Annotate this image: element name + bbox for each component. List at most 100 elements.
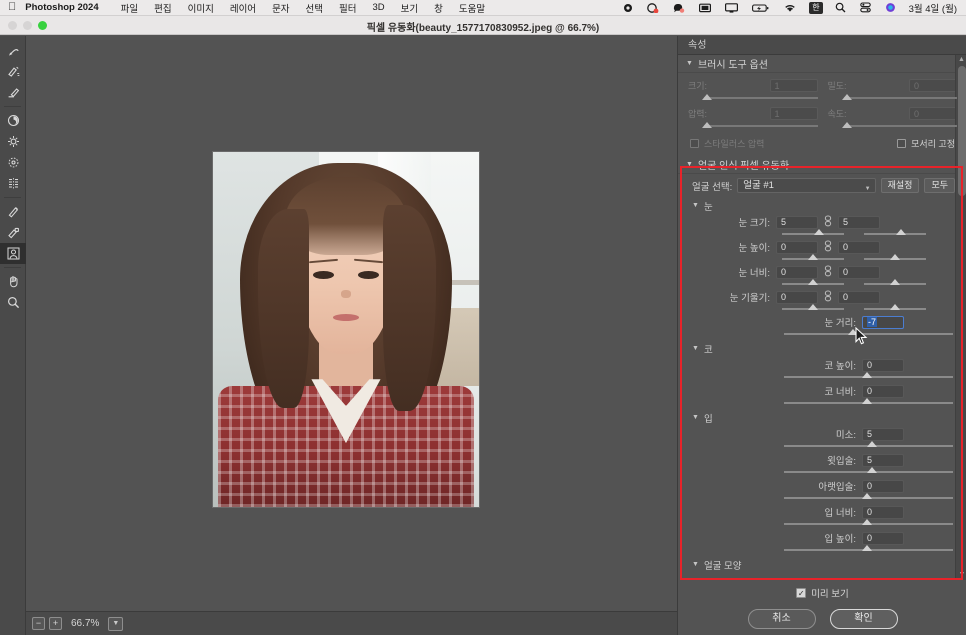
smooth-tool[interactable] xyxy=(0,82,26,103)
eye-height-right-input[interactable]: 0 xyxy=(838,240,880,254)
all-button[interactable]: 모두 xyxy=(924,178,955,193)
search-icon[interactable] xyxy=(828,2,853,13)
monitor-icon[interactable] xyxy=(718,2,745,13)
scroll-down-arrow-icon[interactable]: ▼ xyxy=(956,570,966,580)
eye-size-right-input[interactable]: 5 xyxy=(838,215,880,229)
slider-knob[interactable] xyxy=(848,329,858,335)
link-icon[interactable] xyxy=(818,240,838,254)
eye-distance-slider[interactable] xyxy=(784,329,953,339)
twirl-clockwise-tool[interactable] xyxy=(0,110,26,131)
menu-help[interactable]: 도움말 xyxy=(451,1,493,15)
nose-height-input[interactable]: 0 xyxy=(862,358,904,372)
nose-width-slider[interactable] xyxy=(784,398,953,408)
slider-knob[interactable] xyxy=(890,254,900,260)
slider-knob[interactable] xyxy=(867,467,877,473)
forward-warp-tool[interactable] xyxy=(0,40,26,61)
canvas-area[interactable]: − + 66.7% ▼ xyxy=(26,36,677,635)
apple-icon[interactable]:  xyxy=(0,2,25,13)
eye-distance-input[interactable]: -7 xyxy=(862,315,904,329)
smile-input[interactable]: 5 xyxy=(862,427,904,441)
freeze-mask-tool[interactable] xyxy=(0,201,26,222)
battery-icon[interactable] xyxy=(745,3,776,13)
mouth-height-slider[interactable] xyxy=(784,545,953,555)
zoom-in-button[interactable]: + xyxy=(49,617,62,630)
nose-width-input[interactable]: 0 xyxy=(862,384,904,398)
slider-knob[interactable] xyxy=(841,122,852,128)
panel-scrollbar[interactable]: ▲ ▼ xyxy=(955,55,966,580)
reset-button[interactable]: 재설정 xyxy=(880,178,920,193)
slider-knob[interactable] xyxy=(808,304,818,310)
slider-knob[interactable] xyxy=(890,279,900,285)
slider-knob[interactable] xyxy=(862,493,872,499)
mouth-height-input[interactable]: 0 xyxy=(862,531,904,545)
eye-tilt-right-input[interactable]: 0 xyxy=(838,290,880,304)
slider-knob[interactable] xyxy=(862,545,872,551)
subsection-eyes[interactable]: ▼ 눈 xyxy=(678,197,966,214)
slider-knob[interactable] xyxy=(841,94,852,100)
eye-size-left-input[interactable]: 5 xyxy=(776,215,818,229)
eye-height-right-slider[interactable] xyxy=(864,254,926,263)
brush-density-input[interactable]: 0 xyxy=(909,79,957,92)
tab-properties[interactable]: 속성 xyxy=(678,36,716,55)
menu-type[interactable]: 문자 xyxy=(264,1,297,15)
brush-density-slider[interactable] xyxy=(828,93,957,103)
scroll-up-arrow-icon[interactable]: ▲ xyxy=(956,55,966,65)
menu-edit[interactable]: 편집 xyxy=(146,1,179,15)
hand-tool[interactable] xyxy=(0,271,26,292)
eye-tilt-left-slider[interactable] xyxy=(782,304,844,313)
mouth-width-slider[interactable] xyxy=(784,519,953,529)
subsection-mouth[interactable]: ▼ 입 xyxy=(678,409,966,426)
upper-lip-input[interactable]: 5 xyxy=(862,453,904,467)
control-center-icon[interactable] xyxy=(853,2,878,13)
subsection-nose[interactable]: ▼ 코 xyxy=(678,340,966,357)
reconstruct-tool[interactable] xyxy=(0,61,26,82)
slider-knob[interactable] xyxy=(896,229,906,235)
pucker-tool[interactable] xyxy=(0,131,26,152)
smile-slider[interactable] xyxy=(784,441,953,451)
nose-height-slider[interactable] xyxy=(784,372,953,382)
ok-button[interactable]: 확인 xyxy=(829,609,898,629)
screen-share-icon[interactable] xyxy=(640,2,666,13)
menu-filter[interactable]: 필터 xyxy=(331,1,364,15)
slider-knob[interactable] xyxy=(702,94,712,100)
eye-width-left-slider[interactable] xyxy=(782,279,844,288)
eye-size-right-slider[interactable] xyxy=(864,229,926,238)
wifi-icon[interactable] xyxy=(776,3,804,13)
menubar-clock[interactable]: 3월 4일 (월) xyxy=(903,1,961,15)
slider-knob[interactable] xyxy=(814,229,824,235)
eye-width-left-input[interactable]: 0 xyxy=(776,265,818,279)
pin-edges-checkbox[interactable]: 모서리 고정 xyxy=(897,137,955,150)
eye-width-right-input[interactable]: 0 xyxy=(838,265,880,279)
face-tool[interactable] xyxy=(0,243,26,264)
messages-icon[interactable] xyxy=(666,3,692,13)
bloat-tool[interactable] xyxy=(0,152,26,173)
slider-knob[interactable] xyxy=(862,398,872,404)
zoom-level-value[interactable]: 66.7% xyxy=(66,618,104,629)
slider-knob[interactable] xyxy=(808,279,818,285)
slider-knob[interactable] xyxy=(862,372,872,378)
record-icon[interactable] xyxy=(616,3,640,13)
menu-image[interactable]: 이미지 xyxy=(180,1,222,15)
brush-pressure-input[interactable]: 1 xyxy=(769,107,818,120)
thaw-mask-tool[interactable] xyxy=(0,222,26,243)
lower-lip-slider[interactable] xyxy=(784,493,953,503)
brush-rate-slider[interactable] xyxy=(828,121,957,131)
eye-size-left-slider[interactable] xyxy=(782,229,844,238)
section-face-aware-liquify[interactable]: ▼ 얼굴 인식 픽셀 유동화 xyxy=(678,156,966,174)
scrollbar-thumb[interactable] xyxy=(958,66,966,196)
menu-window[interactable]: 창 xyxy=(426,1,451,15)
zoom-out-button[interactable]: − xyxy=(32,617,45,630)
display-icon[interactable] xyxy=(692,3,718,13)
stylus-pressure-checkbox[interactable]: 스타일러스 압력 xyxy=(690,137,764,150)
zoom-tool[interactable] xyxy=(0,292,26,313)
eye-height-left-slider[interactable] xyxy=(782,254,844,263)
chevron-down-icon[interactable]: ▼ xyxy=(108,616,124,631)
link-icon[interactable] xyxy=(818,290,838,304)
brush-size-input[interactable]: 1 xyxy=(769,79,818,92)
section-brush-tool-options[interactable]: ▼ 브러시 도구 옵션 xyxy=(678,55,966,73)
input-source-indicator[interactable]: 한 xyxy=(809,1,823,14)
slider-knob[interactable] xyxy=(702,122,712,128)
brush-rate-input[interactable]: 0 xyxy=(909,107,957,120)
menu-view[interactable]: 보기 xyxy=(393,1,426,15)
face-select-dropdown[interactable]: 얼굴 #1 ▼ xyxy=(737,178,876,193)
